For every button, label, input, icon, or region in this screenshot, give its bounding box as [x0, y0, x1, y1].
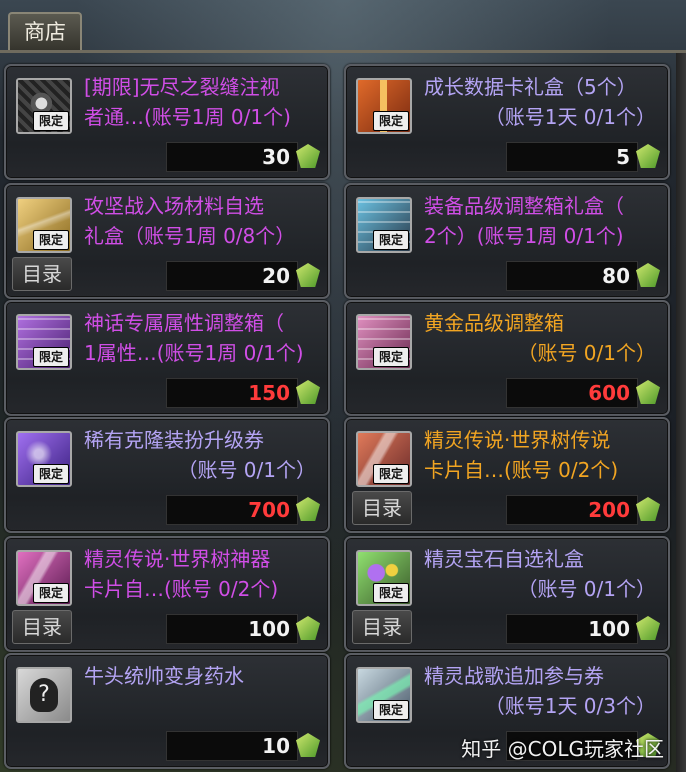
- limited-badge: 限定: [33, 111, 69, 131]
- limited-badge: 限定: [373, 700, 409, 720]
- item-name: 装备品级调整箱礼盒（ 2个）(账号1周 0/1个): [424, 194, 624, 248]
- item-name: 神话专属属性调整箱（ 1属性…(账号1周 0/1个): [84, 311, 304, 365]
- item-price: 80: [602, 264, 630, 288]
- item-name: 稀有克隆装扮升级券 （账号 0/1个）: [84, 428, 316, 482]
- scrollbar[interactable]: [676, 53, 686, 772]
- tab-shop[interactable]: 商店: [8, 12, 82, 50]
- shop-item-card[interactable]: 限定 [期限]无尽之裂缝注视 者通…(账号1周 0/1个) 30: [4, 64, 330, 180]
- item-price: 5: [616, 145, 630, 169]
- item-name: 精灵传说·世界树神器 卡片自…(账号 0/2个): [84, 547, 279, 601]
- shop-item-card[interactable]: 限定 目录 精灵传说·世界树神器 卡片自…(账号 0/2个) 100: [4, 536, 330, 652]
- card-icon: 限定: [356, 431, 412, 487]
- leaf-currency-icon: [296, 263, 320, 287]
- item-price: 100: [248, 617, 290, 641]
- card-purple-icon: 限定: [16, 550, 72, 606]
- item-price: 600: [588, 381, 630, 405]
- item-name: 黄金品级调整箱 （账号 0/1个）: [424, 311, 656, 365]
- ticket-icon: 限定: [16, 431, 72, 487]
- rift-eye-icon: 限定: [16, 78, 72, 134]
- item-price: 100: [588, 617, 630, 641]
- leaf-currency-icon: [296, 616, 320, 640]
- potion-icon: ?: [16, 667, 72, 723]
- limited-badge: 限定: [33, 347, 69, 367]
- shop-item-card[interactable]: 限定 神话专属属性调整箱（ 1属性…(账号1周 0/1个) 150: [4, 300, 330, 416]
- gold-box-icon: 限定: [16, 197, 72, 253]
- leaf-currency-icon: [296, 733, 320, 757]
- leaf-currency-icon: [296, 497, 320, 521]
- item-price: 10: [262, 734, 290, 758]
- leaf-currency-icon: [296, 380, 320, 404]
- shop-item-card[interactable]: 限定 黄金品级调整箱 （账号 0/1个） 600: [344, 300, 670, 416]
- item-price: 700: [248, 498, 290, 522]
- item-name: 成长数据卡礼盒（5个） （账号1天 0/1个）: [424, 75, 656, 129]
- shop-item-card[interactable]: ? 牛头统帅变身药水 10: [4, 653, 330, 769]
- leaf-currency-icon: [636, 144, 660, 168]
- watermark: 知乎 @COLG玩家社区: [461, 737, 664, 761]
- shop-item-card[interactable]: 限定 装备品级调整箱礼盒（ 2个）(账号1周 0/1个) 80: [344, 183, 670, 299]
- item-name: 精灵宝石自选礼盒 （账号 0/1个）: [424, 547, 656, 601]
- panel-divider: [0, 50, 686, 53]
- item-price: 20: [262, 264, 290, 288]
- limited-badge: 限定: [33, 230, 69, 250]
- limited-badge: 限定: [373, 583, 409, 603]
- catalog-button[interactable]: 目录: [12, 257, 72, 291]
- gift-box-icon: 限定: [356, 78, 412, 134]
- leaf-currency-icon: [636, 497, 660, 521]
- shop-item-card[interactable]: 限定 目录 精灵宝石自选礼盒 （账号 0/1个） 100: [344, 536, 670, 652]
- shop-item-card[interactable]: 限定 稀有克隆装扮升级券 （账号 0/1个） 700: [4, 417, 330, 533]
- myth-box-icon: 限定: [16, 314, 72, 370]
- shop-item-card[interactable]: 限定 目录 攻坚战入场材料自选 礼盒（账号1周 0/8个） 20: [4, 183, 330, 299]
- shop-item-card[interactable]: 限定 成长数据卡礼盒（5个） （账号1天 0/1个） 5: [344, 64, 670, 180]
- leaf-currency-icon: [636, 263, 660, 287]
- limited-badge: 限定: [373, 347, 409, 367]
- limited-badge: 限定: [33, 464, 69, 484]
- adjust-box-icon: 限定: [356, 197, 412, 253]
- catalog-button[interactable]: 目录: [12, 610, 72, 644]
- leaf-currency-icon: [636, 616, 660, 640]
- item-price: 30: [262, 145, 290, 169]
- limited-badge: 限定: [373, 464, 409, 484]
- gem-box-icon: 限定: [356, 550, 412, 606]
- limited-badge: 限定: [373, 111, 409, 131]
- ticket-green-icon: 限定: [356, 667, 412, 723]
- item-price: 200: [588, 498, 630, 522]
- item-name: 精灵战歌追加参与券 （账号1天 0/3个）: [424, 664, 656, 718]
- limited-badge: 限定: [373, 230, 409, 250]
- limited-badge: 限定: [33, 583, 69, 603]
- item-name: 精灵传说·世界树传说 卡片自…(账号 0/2个): [424, 428, 619, 482]
- catalog-button[interactable]: 目录: [352, 610, 412, 644]
- gold-adjust-box-icon: 限定: [356, 314, 412, 370]
- leaf-currency-icon: [636, 380, 660, 404]
- item-name: 牛头统帅变身药水: [84, 664, 244, 688]
- shop-item-card[interactable]: 限定 目录 精灵传说·世界树传说 卡片自…(账号 0/2个) 200: [344, 417, 670, 533]
- item-price: 150: [248, 381, 290, 405]
- leaf-currency-icon: [296, 144, 320, 168]
- item-name: [期限]无尽之裂缝注视 者通…(账号1周 0/1个): [84, 75, 291, 129]
- item-name: 攻坚战入场材料自选 礼盒（账号1周 0/8个）: [84, 194, 296, 248]
- catalog-button[interactable]: 目录: [352, 491, 412, 525]
